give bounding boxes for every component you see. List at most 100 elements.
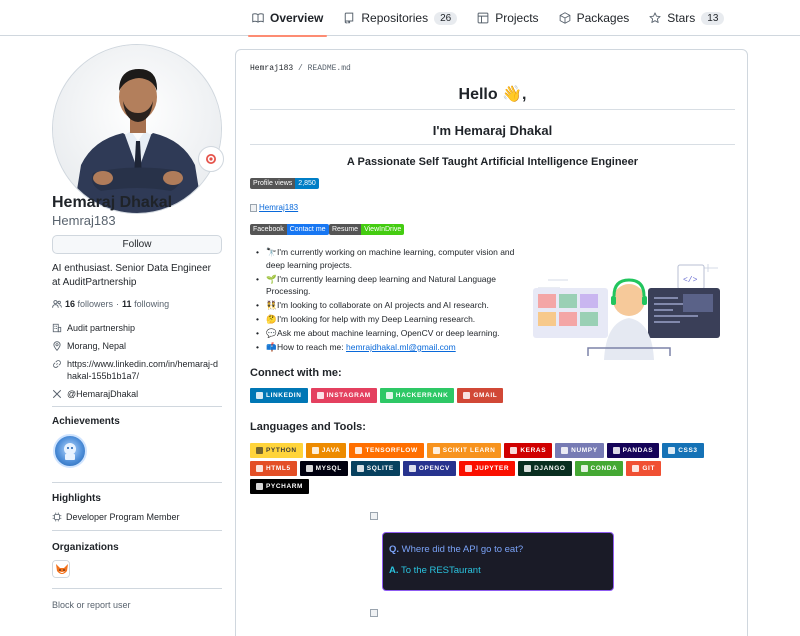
badge-text: MYSQL — [315, 465, 342, 472]
company-text: Audit partnership — [67, 323, 136, 333]
tensorflow-logo-icon — [355, 447, 363, 454]
tab-projects[interactable]: Projects — [469, 0, 546, 36]
following-label: following — [134, 299, 170, 309]
block-report-link[interactable]: Block or report user — [52, 600, 131, 610]
link-icon — [53, 360, 61, 368]
cpu-icon — [52, 512, 62, 522]
hackerrank-badge[interactable]: HACKERRANK — [379, 388, 455, 403]
tab-stars[interactable]: Stars 13 — [641, 0, 732, 36]
list-item-text: I'm currently working on machine learnin… — [266, 247, 515, 270]
email-link[interactable]: hemrajdhakal.ml@gmail.com — [346, 342, 456, 352]
opencv-logo-icon — [408, 465, 416, 472]
badge-text: GIT — [642, 465, 656, 472]
highlight-item: Developer Program Member — [52, 512, 180, 522]
following-link[interactable]: 11 following — [122, 299, 169, 309]
linkedin-logo-icon — [256, 392, 263, 399]
joke-question: Q. Where did the API go to eat? — [389, 544, 607, 555]
badge-text: DJANGO — [534, 465, 566, 472]
broken-image-icon — [250, 203, 257, 212]
sqlite-badge[interactable]: SQLITE — [350, 461, 400, 476]
tab-repositories[interactable]: Repositories 26 — [335, 0, 465, 36]
follow-button[interactable]: Follow — [52, 235, 222, 254]
organization-icon — [52, 323, 62, 333]
keras-badge[interactable]: KERAS — [504, 443, 553, 458]
joke-answer: A. To the RESTaurant — [389, 565, 607, 576]
scikit-learn-badge[interactable]: SCIKIT LEARN — [426, 443, 502, 458]
table-icon — [477, 12, 489, 24]
joke-a-text: To the RESTaurant — [400, 565, 481, 576]
git-badge[interactable]: GIT — [626, 461, 662, 476]
instagram-badge[interactable]: INSTAGRAM — [310, 388, 377, 403]
numpy-badge[interactable]: NUMPY — [555, 443, 604, 458]
opencv-badge[interactable]: OPENCV — [402, 461, 456, 476]
tab-label: Stars — [667, 11, 696, 25]
badge-text: TENSORFLOW — [365, 447, 418, 454]
avatar[interactable] — [52, 44, 222, 214]
achievement-badge-icon — [64, 443, 76, 460]
profile-name: Hemaraj Dhakal — [52, 194, 173, 211]
list-item: 🔭I'm currently working on machine learni… — [250, 246, 515, 271]
list-item: 🌱I'm currently learning deep learning an… — [250, 273, 515, 298]
hello-heading: Hello 👋, — [458, 86, 527, 103]
website-item: https://www.linkedin.com/in/hemaraj-dhak… — [52, 358, 222, 382]
achievement-badge[interactable] — [53, 434, 87, 468]
follow-separator: · — [116, 299, 120, 309]
followers-link[interactable]: 16 followers — [65, 299, 113, 309]
website-link[interactable]: https://www.linkedin.com/in/hemaraj-dhak… — [67, 358, 222, 382]
list-item: 💬Ask me about machine learning, OpenCV o… — [250, 327, 515, 340]
jupyter-badge[interactable]: JUPYTER — [458, 461, 516, 476]
conda-badge[interactable]: CONDA — [574, 461, 624, 476]
tab-overview[interactable]: Overview — [244, 0, 331, 37]
organizations-title: Organizations — [52, 542, 119, 553]
badge-text: HTML5 — [266, 465, 291, 472]
tab-label: Projects — [495, 11, 539, 25]
python-logo-icon — [256, 447, 263, 454]
java-badge[interactable]: JAVA — [305, 443, 347, 458]
readme-filename: README.md — [307, 64, 351, 73]
linkedin-badge[interactable]: LINKEDIN — [250, 388, 308, 403]
svg-text:</>: </> — [683, 276, 698, 285]
badge-text: CONDA — [590, 465, 618, 472]
divider — [52, 530, 222, 531]
tab-packages[interactable]: Packages — [551, 0, 638, 36]
readme-owner-link[interactable]: Hemraj183 — [250, 64, 293, 73]
intro-heading: I'm Hemaraj Dhakal — [432, 123, 553, 138]
gmail-badge[interactable]: GMAIL — [457, 388, 504, 403]
divider — [52, 482, 222, 483]
emoji-icon: 🤔 — [266, 314, 277, 324]
organization-avatar[interactable] — [52, 560, 70, 578]
profile-details: Audit partnership Morang, Nepal https://… — [52, 322, 222, 406]
target-icon — [206, 154, 216, 164]
status-emoji-button[interactable] — [198, 146, 224, 172]
tensorflow-badge[interactable]: TENSORFLOW — [349, 443, 424, 458]
pycharm-badge[interactable]: PYCHARM — [250, 479, 310, 494]
badge-value: 2,850 — [295, 178, 319, 189]
package-icon — [559, 12, 571, 24]
facebook-badge[interactable]: Facebook Contact me — [250, 224, 329, 235]
twitter-link[interactable]: @HemarajDhakal — [67, 388, 138, 400]
mysql-badge[interactable]: MYSQL — [299, 461, 348, 476]
badge-value: ViewInDrive — [361, 224, 405, 235]
badge-text: INSTAGRAM — [326, 392, 371, 399]
connect-heading: Connect with me: — [250, 367, 342, 379]
location-icon — [53, 341, 61, 351]
hackerrank-logo-icon — [385, 392, 393, 399]
broken-image-link[interactable]: Hemraj183 — [250, 203, 298, 212]
people-icon — [52, 300, 62, 308]
django-badge[interactable]: DJANGO — [518, 461, 572, 476]
path-separator: / — [293, 64, 308, 73]
tools-heading: Languages and Tools: — [250, 421, 366, 433]
following-count: 11 — [122, 299, 132, 309]
git-logo-icon — [632, 465, 640, 472]
twitter-item: @HemarajDhakal — [52, 388, 222, 400]
css3-badge[interactable]: CSS3 — [662, 443, 704, 458]
pandas-badge[interactable]: PANDAS — [606, 443, 660, 458]
connect-badges: LINKEDIN INSTAGRAM HACKERRANK GMAIL — [250, 388, 720, 403]
book-icon — [252, 12, 264, 24]
resume-badge[interactable]: Resume ViewInDrive — [329, 224, 405, 235]
python-badge[interactable]: PYTHON — [250, 443, 303, 458]
emoji-icon: 💬 — [266, 328, 277, 338]
instagram-logo-icon — [316, 392, 324, 399]
html5-badge[interactable]: HTML5 — [250, 461, 297, 476]
achievements-title[interactable]: Achievements — [52, 416, 120, 427]
